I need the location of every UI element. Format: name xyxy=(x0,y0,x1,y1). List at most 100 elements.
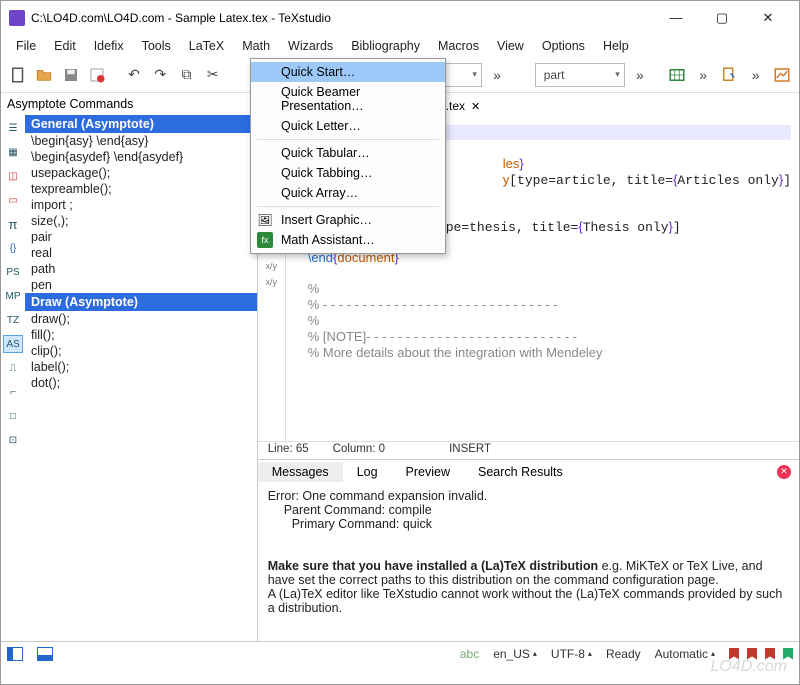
menu-edit[interactable]: Edit xyxy=(45,37,85,55)
sidetab-4[interactable]: π xyxy=(3,215,23,233)
wizard-quick-beamer[interactable]: Quick Beamer Presentation… xyxy=(251,82,445,116)
list-item[interactable]: pair xyxy=(25,229,257,245)
status-line: Line: 65 xyxy=(268,443,309,458)
minimize-button[interactable]: — xyxy=(653,3,699,33)
bookmark-icon[interactable] xyxy=(747,648,757,660)
tab-close-icon[interactable]: ✕ xyxy=(471,100,480,113)
wizard-quick-tabular[interactable]: Quick Tabular… xyxy=(251,143,445,163)
wizard-quick-letter[interactable]: Quick Letter… xyxy=(251,116,445,136)
sidetab-1[interactable]: ▦ xyxy=(3,143,23,161)
status-auto[interactable]: Automatic ▴ xyxy=(655,647,715,661)
spellcheck-icon[interactable]: abc xyxy=(460,647,479,661)
sidetab-9[interactable]: AS xyxy=(3,335,23,353)
sidetab-2[interactable]: ◫ xyxy=(3,167,23,185)
menu-file[interactable]: File xyxy=(7,37,45,55)
table-icon[interactable] xyxy=(666,62,688,88)
list-item[interactable]: draw(); xyxy=(25,311,257,327)
bookmark-icon[interactable] xyxy=(765,648,775,660)
close-file-icon[interactable] xyxy=(86,62,108,88)
menu-idefix[interactable]: Idefix xyxy=(85,37,133,55)
status-language[interactable]: en_US ▴ xyxy=(493,647,537,661)
list-item[interactable]: texpreamble(); xyxy=(25,181,257,197)
menu-latex[interactable]: LaTeX xyxy=(180,37,233,55)
tab-log[interactable]: Log xyxy=(343,462,392,482)
arrow-right-icon-2[interactable]: » xyxy=(629,62,651,88)
sidetab-11[interactable]: ⌐ xyxy=(3,383,23,401)
menu-view[interactable]: View xyxy=(488,37,533,55)
arrow-right-icon[interactable]: » xyxy=(486,62,508,88)
new-file-icon[interactable] xyxy=(7,62,29,88)
menu-help[interactable]: Help xyxy=(594,37,638,55)
status-encoding[interactable]: UTF-8 ▴ xyxy=(551,647,592,661)
menu-bibliography[interactable]: Bibliography xyxy=(342,37,429,55)
wizard-quick-tabbing[interactable]: Quick Tabbing… xyxy=(251,163,445,183)
list-item[interactable]: import ; xyxy=(25,197,257,213)
bookmark-icon[interactable] xyxy=(783,648,793,660)
menu-macros[interactable]: Macros xyxy=(429,37,488,55)
menu-tools[interactable]: Tools xyxy=(133,37,180,55)
editor-status-line: Line: 65 Column: 0 INSERT xyxy=(258,441,799,459)
msg-line: Parent Command: compile xyxy=(268,503,789,517)
wizard-insert-graphic[interactable]: 🖼Insert Graphic… xyxy=(251,210,445,230)
list-item[interactable]: path xyxy=(25,261,257,277)
status-ready: Ready xyxy=(606,647,641,661)
list-header-general[interactable]: General (Asymptote) xyxy=(25,115,257,133)
sidetab-12[interactable]: □ xyxy=(3,407,23,425)
panel-toggle-icon-2[interactable] xyxy=(37,647,53,661)
menu-math[interactable]: Math xyxy=(233,37,279,55)
page-nav-icon[interactable] xyxy=(718,62,740,88)
panel-toggle-icon[interactable] xyxy=(7,647,23,661)
wizard-math-assistant[interactable]: fxMath Assistant… xyxy=(251,230,445,250)
list-item[interactable]: fill(); xyxy=(25,327,257,343)
wizard-quick-start[interactable]: Quick Start… xyxy=(251,62,445,82)
tab-label: .tex xyxy=(446,99,465,113)
arrow-right-icon-4[interactable]: » xyxy=(745,62,767,88)
list-item[interactable]: pen xyxy=(25,277,257,293)
sidetab-5[interactable]: {} xyxy=(3,239,23,257)
panel-close-icon[interactable]: ✕ xyxy=(777,465,791,479)
chart-icon[interactable] xyxy=(771,62,793,88)
list-item[interactable]: \begin{asy} \end{asy} xyxy=(25,133,257,149)
sidebar-category-tabs: ☰ ▦ ◫ ▭ π {} PS MP TZ AS ⎍ ⌐ □ ⊡ xyxy=(1,115,25,641)
list-item[interactable]: usepackage(); xyxy=(25,165,257,181)
wizard-quick-array[interactable]: Quick Array… xyxy=(251,183,445,203)
sidetab-8[interactable]: TZ xyxy=(3,311,23,329)
wizards-dropdown: Quick Start… Quick Beamer Presentation… … xyxy=(250,58,446,254)
copy-icon[interactable]: ⧉ xyxy=(175,62,197,88)
menu-options[interactable]: Options xyxy=(533,37,594,55)
redo-icon[interactable]: ↷ xyxy=(149,62,171,88)
undo-icon[interactable]: ↶ xyxy=(123,62,145,88)
save-icon[interactable] xyxy=(60,62,82,88)
sidetab-0[interactable]: ☰ xyxy=(3,119,23,137)
open-file-icon[interactable] xyxy=(33,62,55,88)
arrow-right-icon-3[interactable]: » xyxy=(692,62,714,88)
msg-line: Primary Command: quick xyxy=(268,517,789,531)
list-item[interactable]: dot(); xyxy=(25,375,257,391)
window-title: C:\LO4D.com\LO4D.com - Sample Latex.tex … xyxy=(31,11,653,25)
list-item[interactable]: clip(); xyxy=(25,343,257,359)
gutter-icon: x/y xyxy=(265,261,277,271)
sidetab-3[interactable]: ▭ xyxy=(3,191,23,209)
cut-icon[interactable]: ✂ xyxy=(202,62,224,88)
bookmark-icon[interactable] xyxy=(729,648,739,660)
maximize-button[interactable]: ▢ xyxy=(699,3,745,33)
sidetab-7[interactable]: MP xyxy=(3,287,23,305)
list-item[interactable]: size(,); xyxy=(25,213,257,229)
tab-preview[interactable]: Preview xyxy=(392,462,464,482)
list-item[interactable]: real xyxy=(25,245,257,261)
sidetab-10[interactable]: ⎍ xyxy=(3,359,23,377)
sidetab-6[interactable]: PS xyxy=(3,263,23,281)
tab-search-results[interactable]: Search Results xyxy=(464,462,577,482)
sidebar-title: Asymptote Commands xyxy=(1,93,257,115)
msg-line: A (La)TeX editor like TeXstudio cannot w… xyxy=(268,587,789,615)
combo-part[interactable]: part xyxy=(535,63,625,87)
bottom-tabs: Messages Log Preview Search Results ✕ xyxy=(258,459,799,483)
close-button[interactable]: ✕ xyxy=(745,3,791,33)
list-header-draw[interactable]: Draw (Asymptote) xyxy=(25,293,257,311)
menu-wizards[interactable]: Wizards xyxy=(279,37,342,55)
list-item[interactable]: label(); xyxy=(25,359,257,375)
tab-messages[interactable]: Messages xyxy=(258,462,343,482)
sidetab-13[interactable]: ⊡ xyxy=(3,431,23,449)
list-item[interactable]: \begin{asydef} \end{asydef} xyxy=(25,149,257,165)
dropdown-separator xyxy=(257,206,439,207)
